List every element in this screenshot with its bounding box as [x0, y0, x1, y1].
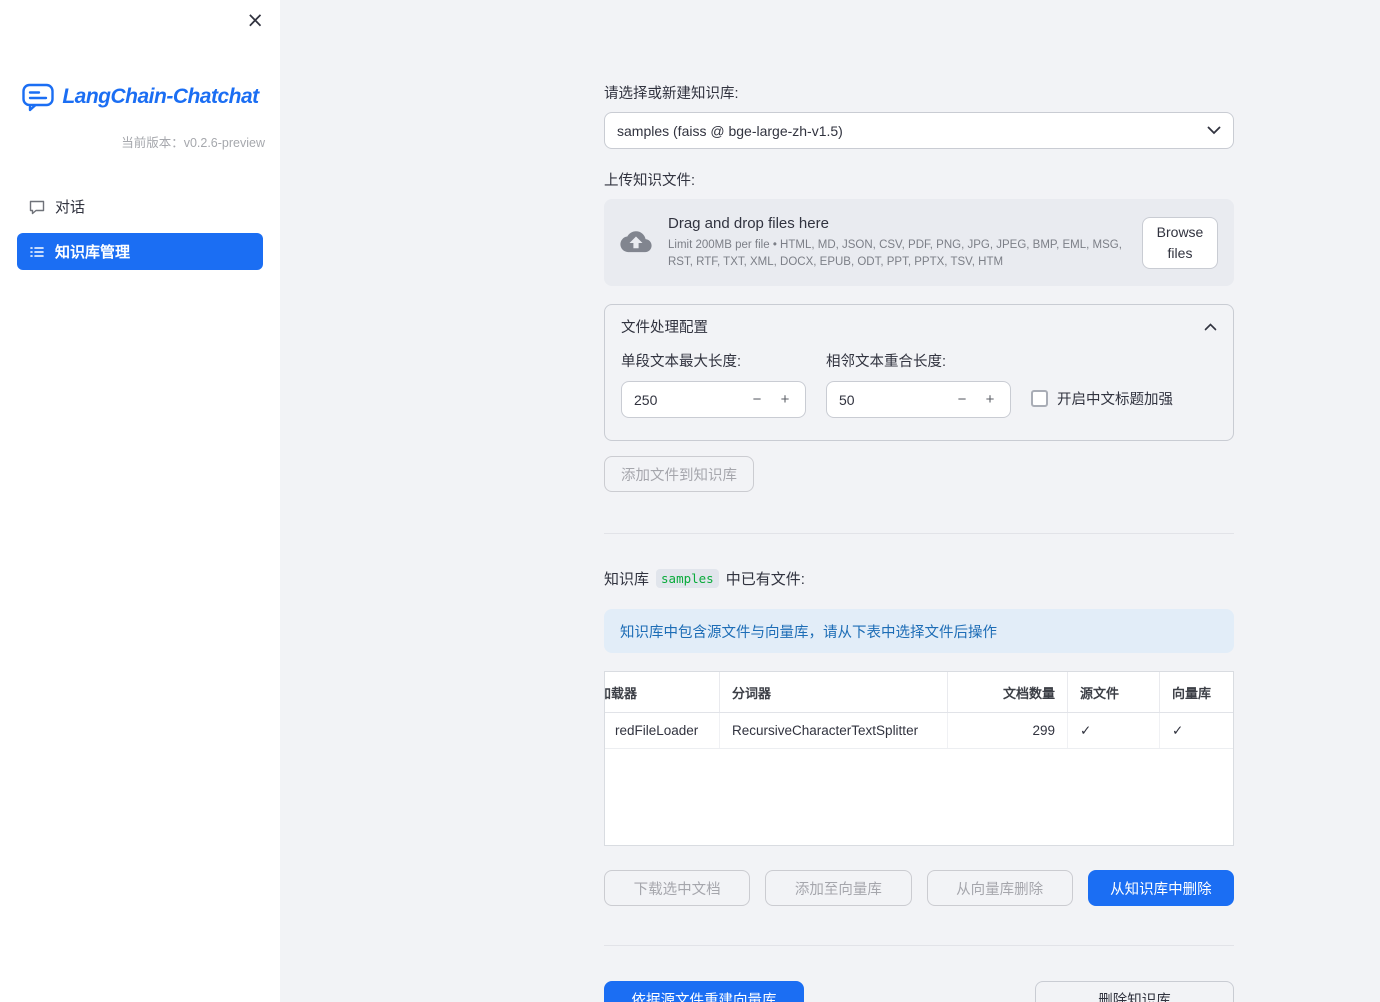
sidebar-item-label: 知识库管理	[55, 244, 131, 261]
table-header-doc-count: 文档数量	[948, 672, 1068, 713]
max-length-field: 单段文本最大长度: 250 − +	[621, 350, 806, 419]
info-text: 知识库中包含源文件与向量库，请从下表中选择文件后操作	[620, 624, 997, 641]
zh-title-enhance-checkbox[interactable]	[1031, 390, 1048, 408]
cell-splitter: RecursiveCharacterTextSplitter	[720, 713, 948, 749]
delete-from-kb-button[interactable]: 从知识库中删除	[1087, 870, 1234, 907]
file-uploader-dropzone[interactable]: Drag and drop files here Limit 200MB per…	[604, 199, 1234, 287]
kb-select[interactable]: samples (faiss @ bge-large-zh-v1.5)	[604, 112, 1234, 149]
max-length-label: 单段文本最大长度:	[621, 354, 742, 371]
app-logo: LangChain-Chatchat	[0, 82, 280, 112]
table-header-source-file: 源文件	[1068, 672, 1160, 713]
sidebar-close-button[interactable]: ×	[242, 6, 268, 35]
add-files-to-kb-button[interactable]: 添加文件到知识库	[604, 456, 754, 493]
add-to-vector-store-button[interactable]: 添加至向量库	[765, 870, 912, 907]
sidebar-item-chat[interactable]: 对话	[17, 188, 263, 225]
table-header-row: 加载器 分词器 文档数量 源文件 向量库	[605, 672, 1233, 714]
sidebar-item-label: 对话	[55, 199, 86, 216]
expander-body: 单段文本最大长度: 250 − + 相邻文本重合长度: 50 − + 开启中文标…	[605, 346, 1233, 440]
version-text: 当前版本：v0.2.6-preview	[0, 132, 280, 151]
chat-bubble-icon	[29, 199, 45, 215]
uploader-texts: Drag and drop files here Limit 200MB per…	[668, 215, 1130, 270]
app-title: LangChain-Chatchat	[62, 85, 259, 108]
table-body: redFileLoader RecursiveCharacterTextSpli…	[605, 713, 1233, 750]
uploader-limit-text: Limit 200MB per file • HTML, MD, JSON, C…	[668, 239, 1122, 268]
delete-kb-button[interactable]: 删除知识库	[1035, 981, 1234, 1002]
decrement-button[interactable]: −	[948, 385, 976, 415]
rebuild-vector-store-button[interactable]: 依据源文件重建向量库	[604, 981, 804, 1002]
decrement-button[interactable]: −	[743, 385, 771, 415]
kb-name-code: samples	[656, 569, 719, 589]
overlap-field: 相邻文本重合长度: 50 − +	[826, 350, 1011, 419]
increment-button[interactable]: +	[771, 385, 799, 415]
file-action-buttons: 下载选中文档 添加至向量库 从向量库删除 从知识库中删除	[604, 870, 1234, 907]
increment-button[interactable]: +	[976, 385, 1004, 415]
kb-files-prefix: 知识库	[604, 571, 650, 589]
browse-files-button[interactable]: Browse files	[1142, 216, 1218, 269]
sidebar-menu: 对话 知识库管理	[8, 179, 272, 287]
kb-select-label: 请选择或新建知识库:	[604, 86, 739, 102]
cell-vector-store-check: ✓	[1160, 713, 1233, 748]
overlap-label: 相邻文本重合长度:	[826, 354, 947, 371]
delete-from-vector-store-button[interactable]: 从向量库删除	[926, 870, 1073, 907]
upload-label: 上传知识文件:	[604, 173, 696, 189]
table-header-loader: 加载器	[605, 672, 720, 713]
info-banner: 知识库中包含源文件与向量库，请从下表中选择文件后操作	[604, 609, 1234, 654]
kb-files-heading: 知识库 samples 中已有文件:	[604, 568, 1234, 589]
divider	[604, 533, 1234, 535]
overlap-value: 50	[839, 391, 855, 408]
overlap-input[interactable]: 50 − +	[826, 381, 1011, 419]
version-value: v0.2.6-preview	[183, 136, 265, 150]
max-length-input[interactable]: 250 − +	[621, 381, 806, 419]
kb-files-suffix: 中已有文件:	[725, 571, 805, 589]
expander-header[interactable]: 文件处理配置	[605, 305, 1233, 346]
max-length-value: 250	[634, 391, 658, 408]
chevron-down-icon	[1207, 126, 1221, 135]
uploader-title: Drag and drop files here	[668, 215, 829, 232]
divider	[604, 945, 1234, 947]
chevron-up-icon	[1204, 323, 1217, 331]
zh-title-enhance-field: 开启中文标题加强	[1031, 388, 1173, 409]
version-label: 当前版本：	[121, 136, 184, 150]
kb-select-value: samples (faiss @ bge-large-zh-v1.5)	[617, 122, 843, 139]
cloud-upload-icon	[620, 230, 652, 256]
main-area: 请选择或新建知识库: samples (faiss @ bge-large-zh…	[280, 0, 1380, 1002]
table-row[interactable]: redFileLoader RecursiveCharacterTextSpli…	[605, 713, 1233, 750]
content-column: 请选择或新建知识库: samples (faiss @ bge-large-zh…	[604, 0, 1234, 1002]
cell-loader: redFileLoader	[605, 713, 720, 749]
download-selected-button[interactable]: 下载选中文档	[604, 870, 751, 907]
zh-title-enhance-label: 开启中文标题加强	[1057, 392, 1173, 409]
kb-level-buttons: 依据源文件重建向量库 删除知识库	[604, 981, 1234, 1002]
files-table[interactable]: 加载器 分词器 文档数量 源文件 向量库 redFileLoader Recur…	[604, 671, 1234, 847]
logo-chat-icon	[21, 82, 55, 112]
expander-title: 文件处理配置	[621, 320, 708, 337]
sidebar: × LangChain-Chatchat 当前版本：v0.2.6-preview…	[0, 0, 280, 1002]
cell-doc-count: 299	[948, 713, 1068, 749]
table-header-vector-store: 向量库	[1172, 685, 1212, 701]
file-config-expander: 文件处理配置 单段文本最大长度: 250 − + 相邻文本重合长度: 50 − …	[604, 304, 1234, 442]
cell-source-file-check: ✓	[1068, 713, 1160, 749]
table-header-splitter: 分词器	[720, 672, 948, 713]
sidebar-item-knowledge-base[interactable]: 知识库管理	[17, 233, 263, 270]
list-icon	[29, 244, 45, 260]
